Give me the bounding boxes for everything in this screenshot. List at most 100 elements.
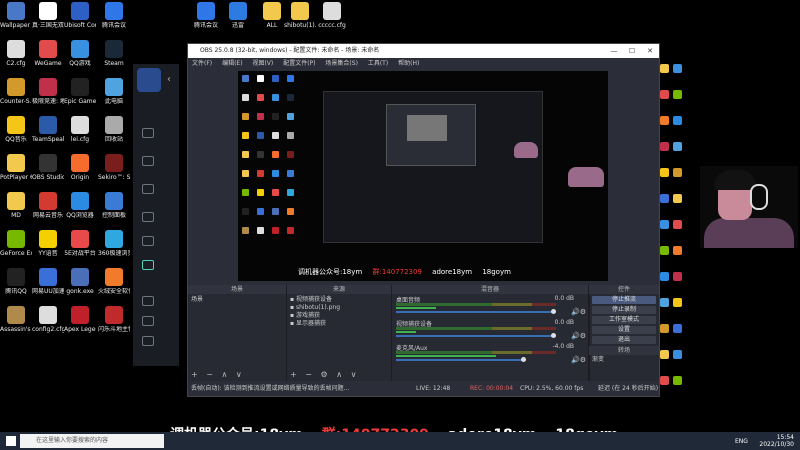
volume-slider[interactable] [396, 333, 556, 338]
desktop-icon[interactable]: shibotu(1)... [284, 2, 316, 29]
windows-start-icon[interactable] [6, 436, 16, 446]
desktop-icon[interactable]: QQ浏览器 [64, 192, 96, 219]
desktop-icon[interactable]: Ubisoft Connect [64, 2, 96, 29]
edge-app-icon[interactable] [660, 324, 669, 333]
desktop-icon[interactable]: QQ游戏 [64, 40, 96, 67]
edge-app-icon[interactable] [673, 116, 682, 125]
preview-canvas[interactable]: 调机器公众号:18ym 群:140772309 adore18ym 18goym [238, 71, 608, 281]
menu-view[interactable]: 视图(V) [252, 60, 273, 67]
desktop-icon[interactable]: 腾讯会议 [98, 2, 130, 29]
speaker-icon[interactable]: 🔊⚙ [571, 356, 586, 364]
edge-app-icon[interactable] [673, 350, 682, 359]
edge-app-icon[interactable] [660, 64, 669, 73]
edge-app-icon[interactable] [660, 376, 669, 385]
desktop-icon[interactable]: Counter-S... Global Off... [0, 78, 32, 105]
desktop-icon[interactable]: 此电脑 [98, 78, 130, 105]
source-item[interactable]: ▪ 显示器捕获 [290, 320, 388, 328]
edge-app-icon[interactable] [673, 90, 682, 99]
speaker-icon[interactable]: 🔊⚙ [571, 308, 586, 316]
desktop-icon[interactable]: 网易云音乐 [32, 192, 64, 219]
desktop-icon[interactable]: Epic Games Launcher [64, 78, 96, 105]
volume-slider[interactable] [396, 357, 526, 362]
puzzle-icon[interactable] [142, 184, 154, 194]
scenes-toolbar[interactable]: + − ∧ ∨ [191, 370, 245, 379]
desktop-icon[interactable]: WeGame [32, 40, 64, 67]
source-item[interactable]: ▪ 游戏捕获 [290, 312, 388, 320]
edge-app-icon[interactable] [673, 64, 682, 73]
menu-profile[interactable]: 配置文件(P) [283, 60, 315, 67]
language-indicator[interactable]: ENG [735, 438, 748, 445]
desktop-icon[interactable]: 火绒安全软件 [98, 268, 130, 295]
desktop-icon[interactable]: 网易UU加速器 [32, 268, 64, 295]
stop-recording-button[interactable]: 停止录制 [592, 306, 656, 314]
desktop-icon[interactable]: config2.cfg [32, 306, 64, 333]
edge-app-icon[interactable] [660, 116, 669, 125]
desktop-icon[interactable]: TeamSpeak 3 [32, 116, 64, 143]
desktop-icon[interactable]: Wallpaper Engine: ... [0, 2, 32, 29]
edge-app-icon[interactable] [660, 194, 669, 203]
crossed-swords-icon[interactable] [142, 156, 154, 166]
desktop-icon[interactable]: PotPlayer 64 bit [0, 154, 32, 181]
edge-app-icon[interactable] [673, 272, 682, 281]
desktop-icon[interactable]: 迅雷 [222, 2, 254, 29]
taskbar-search[interactable]: 在这里输入你要搜索的内容 [20, 434, 164, 448]
desktop-icon[interactable]: 极限竞速: 地平线 4 [32, 78, 64, 105]
menu-edit[interactable]: 编辑(E) [222, 60, 242, 67]
edge-app-icon[interactable] [660, 90, 669, 99]
menu-tools[interactable]: 工具(T) [368, 60, 388, 67]
edge-app-icon[interactable] [673, 246, 682, 255]
source-item[interactable]: ▪ shibotu(1).png [290, 304, 388, 312]
globe-icon[interactable] [142, 316, 154, 326]
desktop-icon[interactable]: MD [0, 192, 32, 219]
menu-help[interactable]: 帮助(H) [398, 60, 419, 67]
edge-app-icon[interactable] [660, 168, 669, 177]
desktop-icon[interactable]: Apex Legends [64, 306, 96, 333]
edge-app-icon[interactable] [660, 272, 669, 281]
desktop-icon[interactable]: 360极速浏览器 [98, 230, 130, 257]
chevron-left-icon[interactable]: ‹ [167, 74, 171, 85]
desktop-icon[interactable]: Origin [64, 154, 96, 181]
gear-icon[interactable] [142, 336, 154, 346]
edge-app-icon[interactable] [673, 376, 682, 385]
search-icon[interactable] [142, 296, 154, 306]
edge-app-icon[interactable] [673, 168, 682, 177]
desktop-icon[interactable]: GeForce Experience [0, 230, 32, 257]
desktop-icon[interactable]: ccccc.cfg [316, 2, 348, 29]
desktop-icon[interactable]: 腾讯会议 [190, 2, 222, 29]
maximize-button[interactable]: ☐ [623, 44, 641, 58]
edge-app-icon[interactable] [673, 142, 682, 151]
edge-app-icon[interactable] [660, 246, 669, 255]
source-item[interactable]: ▪ 视频捕获设备 [290, 296, 388, 304]
settings-button[interactable]: 设置 [592, 326, 656, 334]
desktop-icon[interactable]: 控制面板 [98, 192, 130, 219]
edge-app-icon[interactable] [660, 298, 669, 307]
desktop-icon[interactable]: 腾讯QQ [0, 268, 32, 295]
desktop-icon[interactable]: YY语音 [32, 230, 64, 257]
desktop-icon[interactable]: 闪乐斗地主怀旧版 [98, 306, 130, 333]
menu-file[interactable]: 文件(F) [192, 60, 212, 67]
volume-slider[interactable] [396, 309, 556, 314]
menu-scene-collection[interactable]: 场景集合(S) [325, 60, 358, 67]
pencil-icon[interactable] [142, 212, 154, 222]
tray-clock[interactable]: 15:54 2022/10/30 [759, 434, 794, 448]
edge-app-icon[interactable] [673, 298, 682, 307]
studio-mode-button[interactable]: 工作室模式 [592, 316, 656, 324]
desktop-icon[interactable]: 5E对战平台 [64, 230, 96, 257]
desktop-icon[interactable]: Steam [98, 40, 130, 67]
desktop-icon[interactable]: 回收站 [98, 116, 130, 143]
edge-app-icon[interactable] [673, 220, 682, 229]
edge-app-icon[interactable] [660, 220, 669, 229]
obs-titlebar[interactable]: OBS 25.0.8 (32-bit, windows) - 配置文件: 未命名… [188, 44, 659, 58]
desktop-icon[interactable]: Assassin's Creed O... [0, 306, 32, 333]
wifi-icon[interactable] [142, 236, 154, 246]
desktop-icon[interactable]: C2.cfg [0, 40, 32, 67]
desktop-icon[interactable]: gonk.exe [64, 268, 96, 295]
minimize-button[interactable]: — [605, 44, 623, 58]
desktop-icon[interactable]: QQ音乐 [0, 116, 32, 143]
scene-item[interactable]: 场景 [191, 296, 283, 304]
desktop-icon[interactable]: 真·三国无双7 with 猛... [32, 2, 64, 29]
stop-streaming-button[interactable]: 停止推流 [592, 296, 656, 304]
app-logo-icon[interactable] [137, 68, 161, 92]
slider-knob[interactable] [551, 333, 556, 338]
desktop-icon[interactable]: Sekiro™: Shadow... [98, 154, 130, 181]
